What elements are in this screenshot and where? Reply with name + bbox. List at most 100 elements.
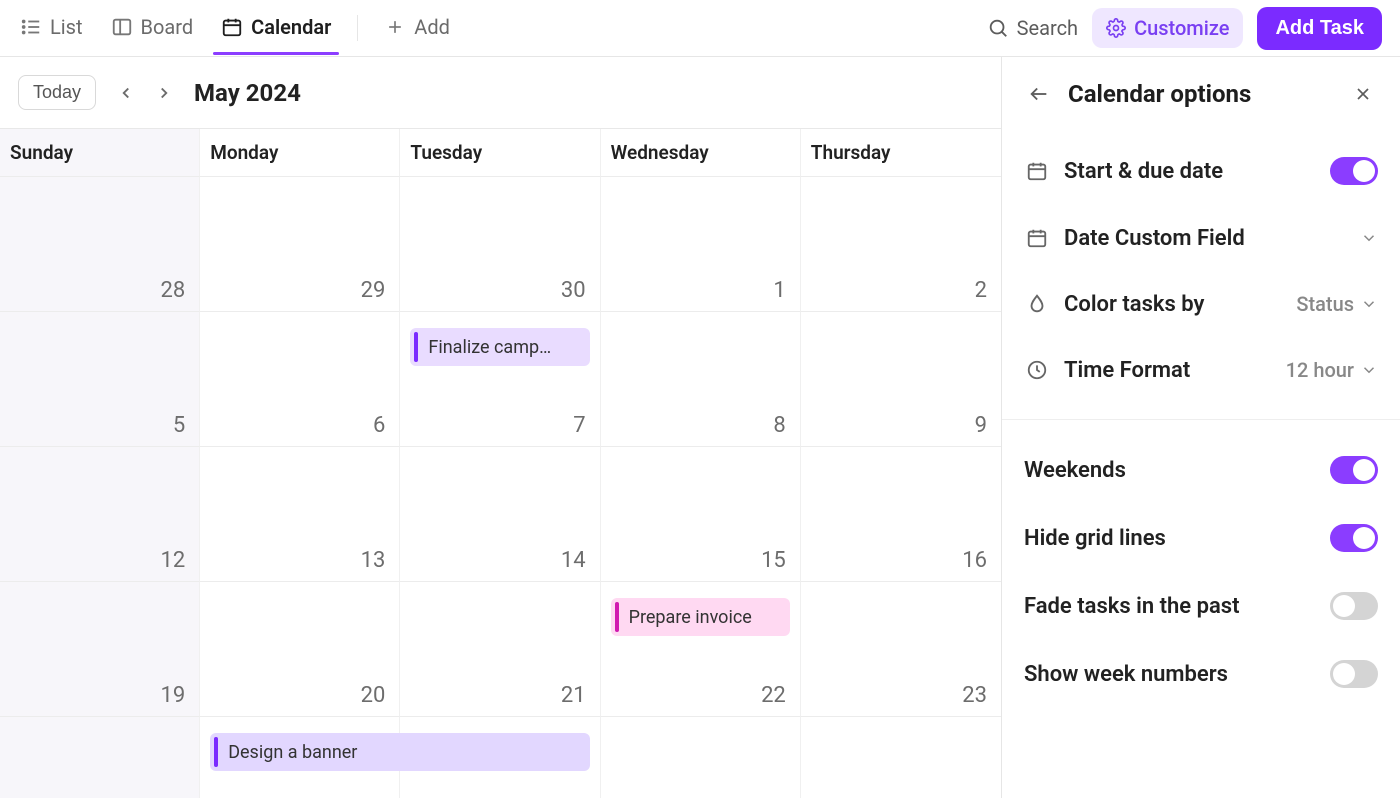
calendar-grid: 28293012567Finalize camp…891213141516192…	[0, 176, 1001, 798]
day-cell[interactable]: 7Finalize camp…	[400, 311, 600, 446]
option-label: Start & due date	[1064, 159, 1223, 184]
customize-label: Customize	[1134, 16, 1229, 40]
day-cell[interactable]: 16	[801, 446, 1001, 581]
day-number: 1	[773, 278, 785, 303]
day-cell[interactable]: 28	[0, 176, 200, 311]
option-color-tasks-by[interactable]: Color tasks by Status	[1024, 271, 1378, 337]
day-cell[interactable]: 20	[200, 581, 400, 716]
day-cell[interactable]: 9	[801, 311, 1001, 446]
day-cell[interactable]: 26	[0, 716, 200, 798]
option-label: Fade tasks in the past	[1024, 594, 1240, 619]
task-item[interactable]: Prepare invoice	[611, 598, 790, 636]
option-label: Weekends	[1024, 458, 1126, 483]
option-label: Color tasks by	[1064, 292, 1204, 317]
day-cell[interactable]: 30	[801, 716, 1001, 798]
task-status-bar	[214, 737, 218, 767]
day-cell[interactable]: 2	[801, 176, 1001, 311]
gear-icon	[1106, 18, 1126, 38]
calendar-area: Today May 2024 Sunday Monday Tuesday	[0, 57, 1002, 798]
task-status-bar	[615, 602, 619, 632]
toggle-start-due-date[interactable]	[1330, 157, 1378, 185]
clock-icon	[1024, 357, 1050, 383]
prev-month-button[interactable]	[112, 79, 140, 107]
option-label: Date Custom Field	[1064, 226, 1245, 251]
day-cell[interactable]: 1	[601, 176, 801, 311]
option-hide-grid-lines: Hide grid lines	[1024, 504, 1378, 572]
board-icon	[111, 16, 133, 38]
day-number: 5	[173, 413, 185, 438]
day-number: 14	[561, 548, 586, 573]
weekday-tuesday: Tuesday	[400, 129, 600, 176]
customize-button[interactable]: Customize	[1092, 8, 1243, 48]
add-view-button[interactable]: Add	[382, 3, 452, 54]
day-cell[interactable]: 21	[400, 581, 600, 716]
tab-label: Calendar	[251, 15, 331, 39]
day-number: 19	[160, 683, 185, 708]
task-item[interactable]: Finalize camp…	[410, 328, 589, 366]
panel-title: Calendar options	[1068, 80, 1334, 108]
option-label: Hide grid lines	[1024, 526, 1166, 551]
tab-board[interactable]: Board	[109, 3, 196, 54]
day-number: 6	[373, 413, 385, 438]
day-number: 13	[361, 548, 386, 573]
day-cell[interactable]: 13	[200, 446, 400, 581]
toggle-fade-past[interactable]	[1330, 592, 1378, 620]
divider	[357, 15, 358, 41]
day-number: 8	[773, 413, 785, 438]
day-cell[interactable]: 19	[0, 581, 200, 716]
option-start-due-date: Start & due date	[1024, 137, 1378, 205]
day-number: 15	[761, 548, 786, 573]
option-fade-past: Fade tasks in the past	[1024, 572, 1378, 640]
task-label: Prepare invoice	[629, 607, 752, 628]
option-date-custom-field[interactable]: Date Custom Field	[1024, 205, 1378, 271]
toggle-show-week-numbers[interactable]	[1330, 660, 1378, 688]
task-status-bar	[414, 332, 418, 362]
day-number: 12	[160, 548, 185, 573]
search-button[interactable]: Search	[987, 16, 1078, 40]
chevron-down-icon	[1360, 229, 1378, 247]
task-label: Design a banner	[228, 742, 357, 763]
add-task-button[interactable]: Add Task	[1257, 7, 1382, 50]
day-number: 28	[160, 278, 185, 303]
weekday-thursday: Thursday	[801, 129, 1001, 176]
today-button[interactable]: Today	[18, 75, 96, 110]
divider	[1002, 419, 1400, 420]
day-cell[interactable]: 23	[801, 581, 1001, 716]
close-panel-button[interactable]	[1348, 79, 1378, 109]
view-tabs-bar: List Board Calendar Add	[0, 0, 1400, 57]
calendar-toolbar: Today May 2024	[0, 57, 1001, 128]
day-cell[interactable]: 14	[400, 446, 600, 581]
tab-list[interactable]: List	[18, 3, 85, 54]
option-show-week-numbers: Show week numbers	[1024, 640, 1378, 708]
day-cell[interactable]: 5	[0, 311, 200, 446]
day-cell[interactable]: 15	[601, 446, 801, 581]
tab-calendar[interactable]: Calendar	[219, 3, 333, 54]
option-weekends: Weekends	[1024, 436, 1378, 504]
day-cell[interactable]: 29	[200, 176, 400, 311]
day-cell[interactable]: 22 Prepare invoice	[601, 581, 801, 716]
toggle-weekends[interactable]	[1330, 456, 1378, 484]
chevron-down-icon	[1360, 361, 1378, 379]
day-cell[interactable]: 6	[200, 311, 400, 446]
calendar-icon	[221, 16, 243, 38]
search-icon	[987, 17, 1009, 39]
task-label: Finalize camp…	[428, 337, 551, 358]
day-cell[interactable]: 30	[400, 176, 600, 311]
option-time-format[interactable]: Time Format 12 hour	[1024, 337, 1378, 403]
day-number: 23	[962, 683, 987, 708]
weekday-header: Sunday Monday Tuesday Wednesday Thursday	[0, 128, 1001, 176]
add-view-label: Add	[414, 15, 450, 39]
toggle-hide-grid-lines[interactable]	[1330, 524, 1378, 552]
day-cell[interactable]: 28	[400, 716, 600, 798]
day-cell[interactable]: 29	[601, 716, 801, 798]
day-number: 30	[561, 278, 586, 303]
day-cell[interactable]: 12	[0, 446, 200, 581]
day-cell[interactable]: 27Design a banner	[200, 716, 400, 798]
back-button[interactable]	[1024, 79, 1054, 109]
next-month-button[interactable]	[150, 79, 178, 107]
drop-icon	[1024, 291, 1050, 317]
day-number: 22	[761, 683, 786, 708]
day-cell[interactable]: 8	[601, 311, 801, 446]
day-number: 20	[361, 683, 386, 708]
list-icon	[20, 16, 42, 38]
